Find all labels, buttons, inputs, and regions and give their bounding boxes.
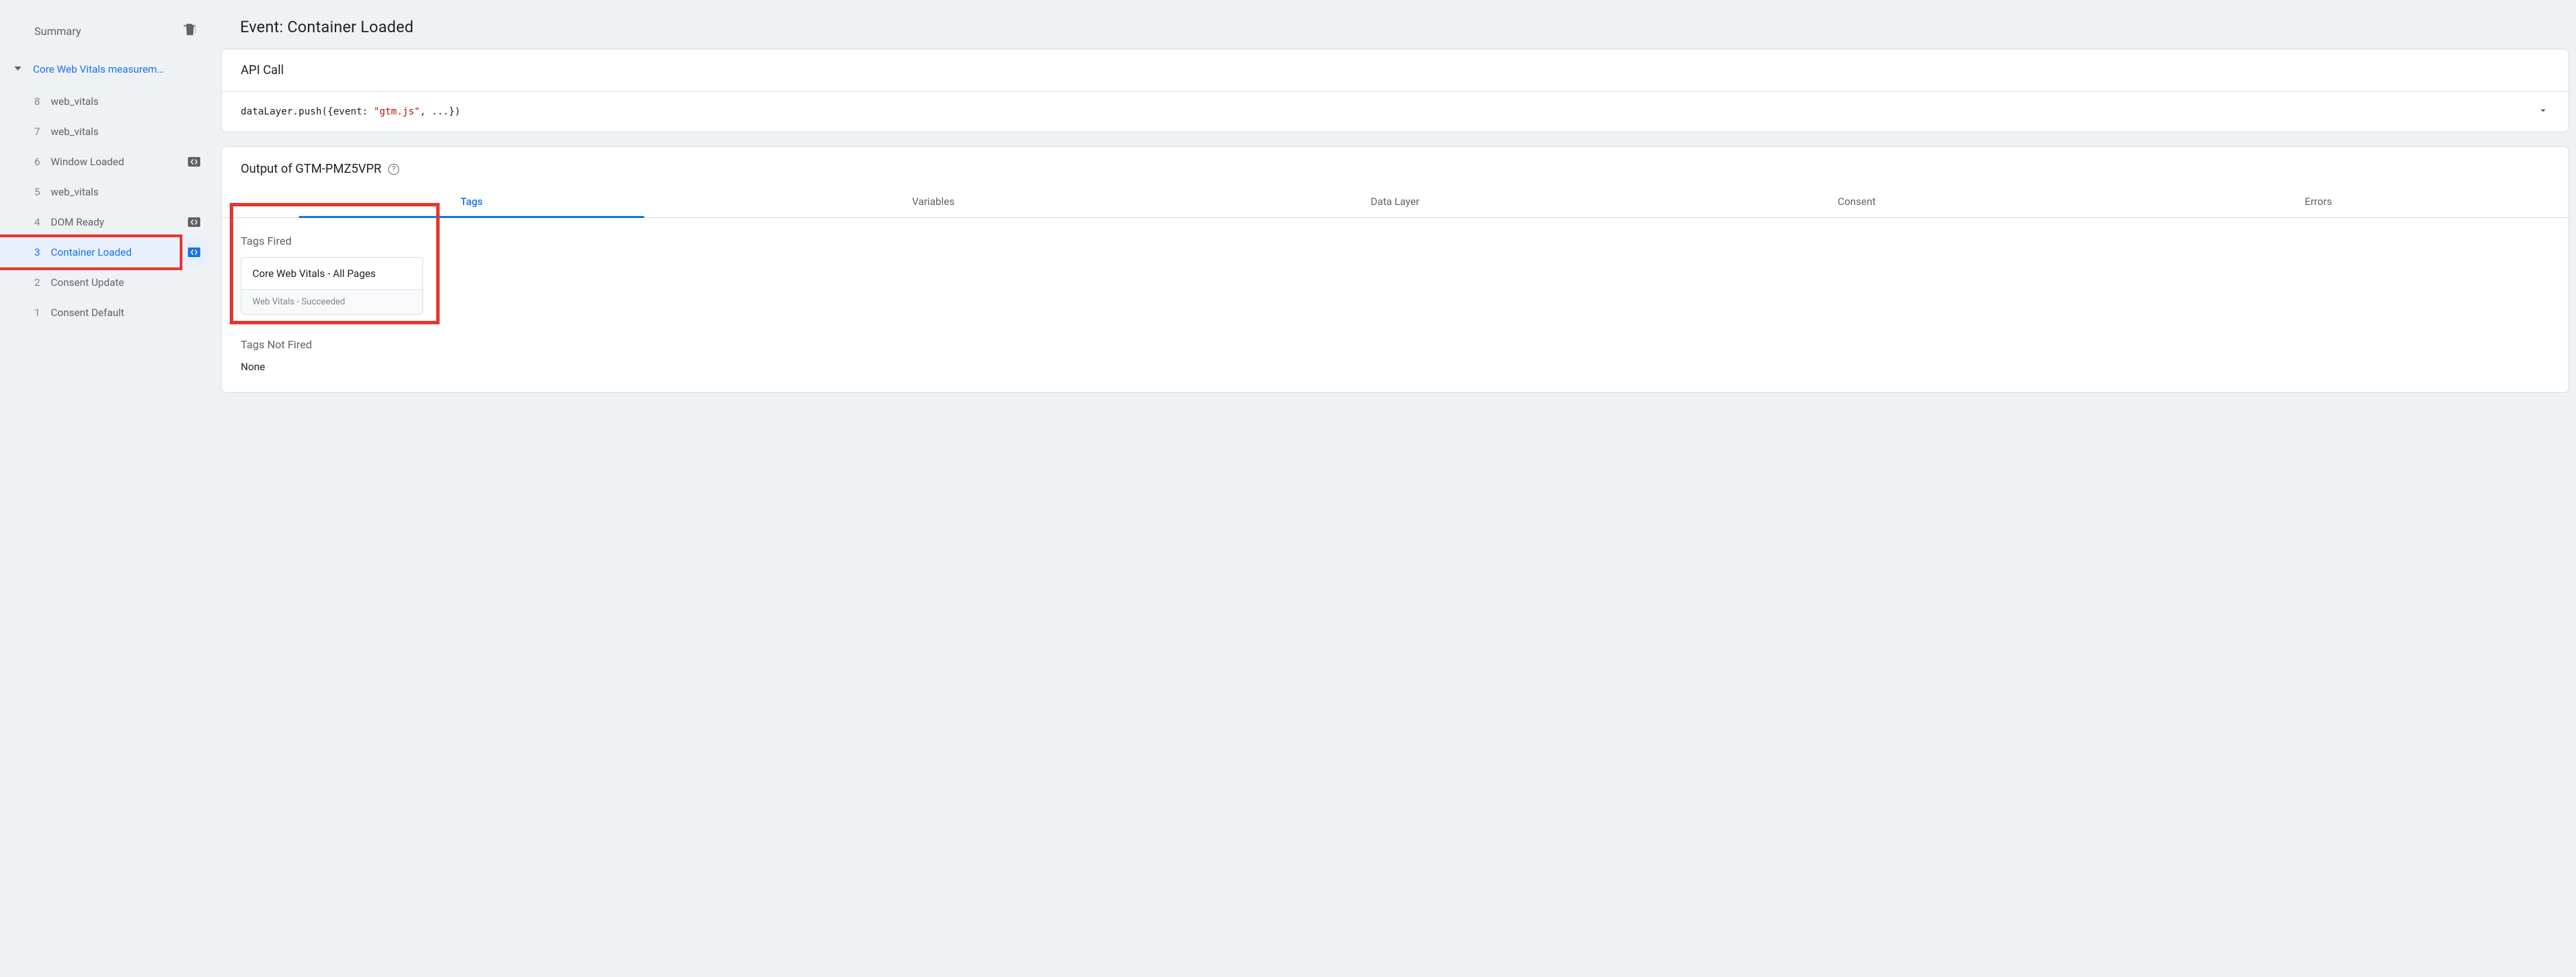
collapse-arrow-icon: [12, 64, 23, 75]
sidebar-header: Summary: [0, 14, 210, 56]
help-icon[interactable]: ?: [388, 164, 399, 175]
event-label: web_vitals: [51, 186, 200, 198]
event-num: 4: [34, 216, 51, 228]
page-title: Event: Container Loaded: [240, 18, 2569, 36]
event-num: 8: [34, 95, 51, 108]
tags-fired-section: Tags Fired Core Web Vitals - All PagesWe…: [241, 234, 423, 319]
api-call-code: dataLayer.push({event: "gtm.js", ...}): [241, 106, 460, 117]
event-item-4[interactable]: 4DOM Ready: [0, 207, 210, 237]
chevron-down-icon: [2537, 104, 2549, 119]
fired-tag-status: Web Vitals - Succeeded: [241, 289, 422, 314]
fired-tag-card[interactable]: Core Web Vitals - All PagesWeb Vitals - …: [241, 257, 423, 315]
event-num: 3: [34, 246, 51, 258]
tab-errors[interactable]: Errors: [2088, 186, 2549, 217]
event-num: 2: [34, 276, 51, 289]
event-item-3[interactable]: 3Container Loaded: [0, 237, 210, 267]
event-label: Consent Default: [51, 306, 200, 319]
api-call-heading: API Call: [222, 49, 2568, 92]
event-item-1[interactable]: 1Consent Default: [0, 298, 210, 328]
tags-not-fired-label: Tags Not Fired: [241, 338, 2549, 351]
sidebar-root-label: Core Web Vitals measurem…: [33, 63, 202, 75]
event-num: 7: [34, 125, 51, 138]
event-item-5[interactable]: 5web_vitals: [0, 177, 210, 207]
output-tabs: TagsVariablesData LayerConsentErrors: [222, 186, 2568, 218]
tab-variables[interactable]: Variables: [702, 186, 1164, 217]
sidebar-root-item[interactable]: Core Web Vitals measurem…: [0, 56, 210, 82]
tab-data-layer[interactable]: Data Layer: [1164, 186, 1625, 217]
event-label: Consent Update: [51, 276, 200, 289]
event-item-7[interactable]: 7web_vitals: [0, 117, 210, 147]
code-badge-icon: [188, 217, 200, 227]
event-item-2[interactable]: 2Consent Update: [0, 267, 210, 298]
event-label: web_vitals: [51, 125, 200, 138]
tags-not-fired-section: Tags Not Fired None: [241, 338, 2549, 373]
output-card: Output of GTM-PMZ5VPR ? TagsVariablesDat…: [221, 146, 2569, 393]
event-label: DOM Ready: [51, 216, 182, 228]
fired-tag-title: Core Web Vitals - All Pages: [241, 258, 422, 289]
tab-body-tags: Tags Fired Core Web Vitals - All PagesWe…: [222, 218, 2568, 392]
main-content: Event: Container Loaded API Call dataLay…: [210, 0, 2576, 977]
tags-not-fired-value: None: [241, 361, 2549, 373]
api-call-body[interactable]: dataLayer.push({event: "gtm.js", ...}): [222, 92, 2568, 132]
event-num: 5: [34, 186, 51, 198]
event-item-6[interactable]: 6Window Loaded: [0, 147, 210, 177]
sidebar-title: Summary: [34, 25, 81, 38]
event-list: 8web_vitals7web_vitals6Window Loaded5web…: [0, 86, 210, 328]
event-num: 1: [34, 306, 51, 319]
tags-fired-label: Tags Fired: [241, 234, 423, 248]
tab-tags[interactable]: Tags: [241, 186, 702, 217]
output-heading: Output of GTM-PMZ5VPR: [241, 162, 381, 176]
api-call-card: API Call dataLayer.push({event: "gtm.js"…: [221, 49, 2569, 132]
clear-events-icon[interactable]: [182, 22, 198, 40]
event-label: Container Loaded: [51, 246, 182, 258]
fired-tags-container: Core Web Vitals - All PagesWeb Vitals - …: [241, 257, 423, 315]
event-item-8[interactable]: 8web_vitals: [0, 86, 210, 117]
tab-consent[interactable]: Consent: [1626, 186, 2088, 217]
output-heading-row: Output of GTM-PMZ5VPR ?: [222, 147, 2568, 186]
event-label: Window Loaded: [51, 156, 182, 168]
event-label: web_vitals: [51, 95, 200, 108]
event-num: 6: [34, 156, 51, 168]
code-badge-icon: [188, 157, 200, 167]
code-badge-icon: [188, 248, 200, 257]
sidebar: Summary Core Web Vitals measurem… 8web_v…: [0, 0, 210, 977]
